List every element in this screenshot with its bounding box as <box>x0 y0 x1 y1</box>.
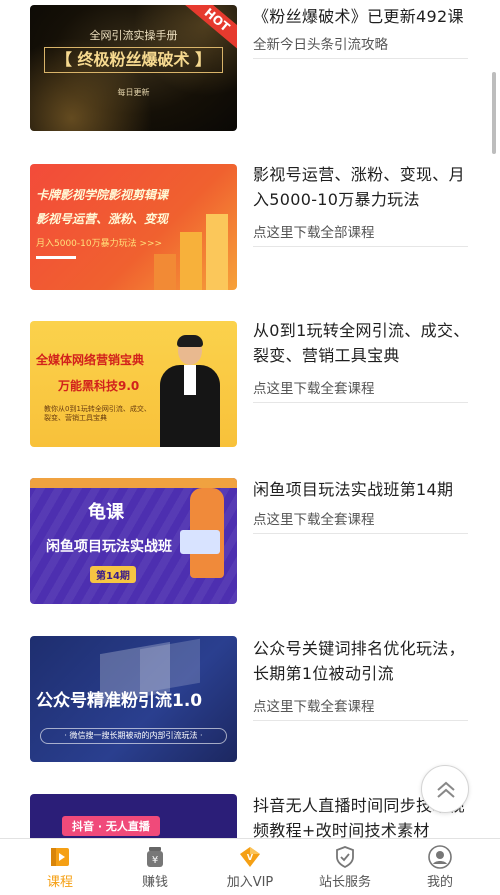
thumbnail-headline: 龟课 <box>88 502 124 523</box>
money-jar-icon: ¥ <box>147 847 163 867</box>
course-thumbnail[interactable]: 全媒体网络营销宝典 万能黑科技9.0 教你从0到1玩转全网引流、成交、裂变、营销… <box>30 321 237 447</box>
course-title[interactable]: 从0到1玩转全网引流、成交、裂变、营销工具宝典 <box>253 318 473 368</box>
course-subtitle[interactable]: 点这里下载全套课程 <box>253 508 468 534</box>
double-chevron-up-icon <box>437 781 455 798</box>
thumbnail-text: 万能黑科技9.0 <box>58 379 140 393</box>
course-info: 公众号关键词排名优化玩法，长期第1位被动引流 点这里下载全套课程 <box>253 636 473 721</box>
course-item[interactable]: 卡牌影视学院影视剪辑课 影视号运营、涨粉、变现 月入5000-10万暴力玩法 >… <box>0 159 500 290</box>
tab-label: 赚钱 <box>141 875 168 890</box>
tab-me[interactable]: 我的 <box>390 839 490 895</box>
course-info: 从0到1玩转全网引流、成交、裂变、营销工具宝典 点这里下载全套课程 <box>253 318 473 403</box>
thumbnail-text: 闲鱼项目玩法实战班 <box>46 539 172 555</box>
svg-text:V: V <box>247 853 254 862</box>
tab-label: 我的 <box>426 875 453 890</box>
shield-icon <box>336 846 354 869</box>
thumbnail-headline: 抖音 · 无人直播 <box>62 816 160 836</box>
chart-bar-decoration <box>154 254 176 290</box>
course-thumbnail[interactable]: 抖音 · 无人直播 <box>30 794 237 838</box>
back-to-top-button[interactable] <box>421 765 469 813</box>
chart-bar-decoration <box>180 232 202 290</box>
thumbnail-headline: 公众号精准粉引流1.0 <box>36 691 203 711</box>
hair-shape <box>177 335 203 347</box>
course-item[interactable]: 公众号精准粉引流1.0 · 微信搜一搜长期被动的内部引流玩法 · 公众号关键词排… <box>0 633 500 763</box>
user-icon <box>428 845 452 869</box>
course-item[interactable]: HOT 全网引流实操手册 【 终极粉丝爆破术 】 每日更新 《粉丝爆破术》已更新… <box>0 0 500 131</box>
tab-earn[interactable]: ¥ 赚钱 <box>105 839 205 895</box>
course-thumbnail[interactable]: 公众号精准粉引流1.0 · 微信搜一搜长期被动的内部引流玩法 · <box>30 636 237 762</box>
laptop-illustration <box>180 530 220 554</box>
thumbnail-text: 卡牌影视学院影视剪辑课 <box>36 188 169 202</box>
course-info: 《粉丝爆破术》已更新492课 全新今日头条引流攻略 <box>253 4 473 59</box>
course-title[interactable]: 影视号运营、涨粉、变现、月入5000-10万暴力玩法 <box>253 162 473 212</box>
thumbnail-headline: 【 终极粉丝爆破术 】 <box>44 47 223 73</box>
course-info: 影视号运营、涨粉、变现、月入5000-10万暴力玩法 点这里下载全部课程 <box>253 162 473 247</box>
course-title[interactable]: 公众号关键词排名优化玩法，长期第1位被动引流 <box>253 636 473 686</box>
top-band <box>30 478 237 488</box>
course-list: HOT 全网引流实操手册 【 终极粉丝爆破术 】 每日更新 《粉丝爆破术》已更新… <box>0 0 500 838</box>
chart-bar-decoration <box>206 214 228 290</box>
thumbnail-headline: 影视号运营、涨粉、变现 <box>36 212 169 226</box>
tab-label: 站长服务 <box>318 875 371 890</box>
thumbnail-headline: 全媒体网络营销宝典 <box>36 353 145 367</box>
thumbnail-text: · 微信搜一搜长期被动的内部引流玩法 · <box>40 728 227 744</box>
course-subtitle[interactable]: 点这里下载全部课程 <box>253 221 468 247</box>
tab-join-vip[interactable]: V 加入VIP <box>200 839 300 895</box>
bottom-tab-bar: 课程 ¥ 赚钱 V 加入VIP 站长服务 我的 <box>0 838 500 895</box>
course-title[interactable]: 闲鱼项目玩法实战班第14期 <box>253 477 473 502</box>
vip-diamond-icon: V <box>240 847 260 867</box>
course-thumbnail[interactable]: HOT 全网引流实操手册 【 终极粉丝爆破术 】 每日更新 <box>30 5 237 131</box>
thumbnail-text: 每日更新 <box>117 88 150 97</box>
thumbnail-text: 全网引流实操手册 <box>89 29 178 42</box>
divider <box>36 256 76 259</box>
course-item[interactable]: 龟课 闲鱼项目玩法实战班 第14期 闲鱼项目玩法实战班第14期 点这里下载全套课… <box>0 474 500 604</box>
tab-label: 加入VIP <box>226 875 274 890</box>
svg-text:¥: ¥ <box>152 855 158 866</box>
course-item[interactable]: 全媒体网络营销宝典 万能黑科技9.0 教你从0到1玩转全网引流、成交、裂变、营销… <box>0 316 500 447</box>
book-icon <box>51 848 69 866</box>
thumbnail-text: 月入5000-10万暴力玩法 >>> <box>36 239 163 249</box>
tab-webmaster-service[interactable]: 站长服务 <box>295 839 395 895</box>
course-thumbnail[interactable]: 卡牌影视学院影视剪辑课 影视号运营、涨粉、变现 月入5000-10万暴力玩法 >… <box>30 164 237 290</box>
scrollbar[interactable] <box>492 72 496 154</box>
thumbnail-text: 教你从0到1玩转全网引流、成交、裂变、营销工具宝典 <box>44 405 151 422</box>
shirt-shape <box>184 365 196 395</box>
tab-label: 课程 <box>46 875 73 890</box>
course-subtitle[interactable]: 点这里下载全套课程 <box>253 377 468 403</box>
course-info: 闲鱼项目玩法实战班第14期 点这里下载全套课程 <box>253 477 473 534</box>
course-thumbnail[interactable]: 龟课 闲鱼项目玩法实战班 第14期 <box>30 478 237 604</box>
course-subtitle[interactable]: 全新今日头条引流攻略 <box>253 33 468 59</box>
issue-badge: 第14期 <box>90 566 136 583</box>
presenter-figure <box>160 335 220 447</box>
course-subtitle[interactable]: 点这里下载全套课程 <box>253 695 468 721</box>
tab-courses[interactable]: 课程 <box>10 839 110 895</box>
course-title[interactable]: 《粉丝爆破术》已更新492课 <box>253 4 473 29</box>
